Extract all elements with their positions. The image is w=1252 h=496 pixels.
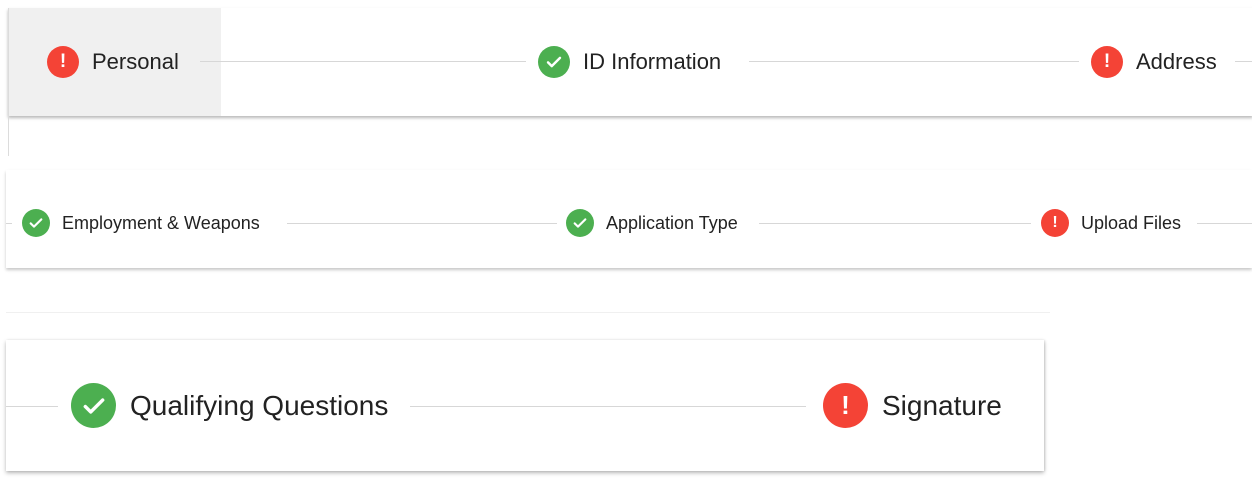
step-connector: [410, 406, 806, 407]
step-label: Address: [1136, 49, 1217, 74]
step-connector: [287, 223, 557, 224]
panel-edge: [8, 116, 9, 156]
step-label: Upload Files: [1081, 212, 1182, 233]
step-connector: [200, 61, 526, 62]
check-icon: [538, 46, 570, 78]
step-label: Qualifying Questions: [130, 389, 389, 421]
stepper-panel-middle: Employment & Weapons Application Type ! …: [6, 170, 1252, 268]
step-label: ID Information: [583, 49, 722, 74]
step-connector: [759, 223, 1031, 224]
step-signature[interactable]: ! Signature: [823, 383, 1002, 428]
panel-edge: [6, 312, 1050, 313]
error-icon: !: [1041, 209, 1069, 237]
step-label: Signature: [882, 389, 1002, 421]
check-icon: [71, 383, 116, 428]
stepper-panel-top: ! Personal ID Information ! Address: [8, 8, 1252, 116]
step-employment-weapons[interactable]: Employment & Weapons: [22, 209, 260, 237]
stepper-panel-bottom: Qualifying Questions ! Signature: [6, 340, 1044, 471]
step-application-type[interactable]: Application Type: [566, 209, 738, 237]
step-label: Employment & Weapons: [62, 212, 260, 233]
step-connector: [749, 61, 1079, 62]
error-icon: !: [47, 46, 79, 78]
step-id-information[interactable]: ID Information: [538, 46, 721, 78]
step-upload-files[interactable]: ! Upload Files: [1041, 209, 1181, 237]
step-personal[interactable]: ! Personal: [47, 46, 179, 78]
step-address[interactable]: ! Address: [1091, 46, 1217, 78]
step-connector: [6, 406, 58, 407]
step-label: Personal: [92, 49, 179, 74]
step-label: Application Type: [606, 212, 738, 233]
check-icon: [566, 209, 594, 237]
check-icon: [22, 209, 50, 237]
step-qualifying-questions[interactable]: Qualifying Questions: [71, 383, 388, 428]
step-connector: [1197, 223, 1252, 224]
step-connector: [6, 223, 12, 224]
step-connector: [1235, 61, 1252, 62]
error-icon: !: [823, 383, 868, 428]
error-icon: !: [1091, 46, 1123, 78]
